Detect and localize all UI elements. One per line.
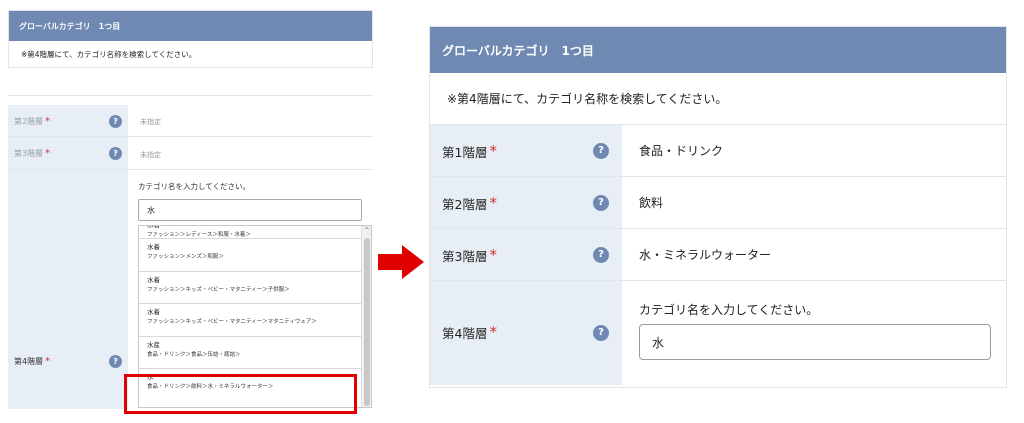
level-3-value: 未指定 bbox=[140, 151, 161, 159]
help-icon[interactable]: ? bbox=[593, 247, 609, 263]
help-icon[interactable]: ? bbox=[109, 147, 122, 160]
required-mark: * bbox=[489, 194, 497, 212]
level-3-row: 第3階層 * ? 未指定 bbox=[8, 137, 373, 170]
suggestion-list: 水着 ファッション＞レディース＞和服・水着＞ 水着 ファッション＞メンズ＞和服＞… bbox=[138, 225, 372, 408]
required-mark: * bbox=[489, 142, 497, 160]
required-mark: * bbox=[45, 116, 51, 127]
suggestion-item[interactable]: 水着 ファッション＞メンズ＞和服＞ bbox=[139, 239, 361, 272]
category-search-input[interactable]: 水 bbox=[639, 324, 991, 360]
scroll-up-icon[interactable]: ^ bbox=[362, 226, 371, 236]
level-2-row: 第2階層 * ? 飲料 bbox=[430, 177, 1006, 229]
suggestion-item[interactable]: 水着 ファッション＞レディース＞和服・水着＞ bbox=[139, 226, 361, 239]
level-4-row: 第4階層 * ? カテゴリ名を入力してください。 水 bbox=[430, 281, 1006, 385]
level-2-label: 第2階層 bbox=[14, 117, 44, 126]
required-mark: * bbox=[45, 148, 51, 159]
category-prompt: カテゴリ名を入力してください。 bbox=[639, 303, 819, 317]
right-arrow-icon bbox=[378, 245, 424, 279]
suggestion-scrollbar[interactable]: ^ bbox=[361, 226, 371, 407]
category-search-input[interactable]: 水 bbox=[138, 199, 362, 221]
required-mark: * bbox=[489, 246, 497, 264]
level-3-row: 第3階層 * ? 水・ミネラルウォーター bbox=[430, 229, 1006, 281]
level-3-label: 第3階層 bbox=[442, 249, 488, 264]
suggestion-item-selected[interactable]: 水 食品・ドリンク＞飲料＞水・ミネラルウォーター＞ bbox=[139, 369, 361, 402]
help-icon[interactable]: ? bbox=[593, 325, 609, 341]
suggestion-item[interactable]: 水着 ファッション＞キッズ・ベビー・マタニティー＞マタニティウェア＞ bbox=[139, 304, 361, 337]
right-category-panel: グローバルカテゴリ 1つ目 ※第4階層にて、カテゴリ名称を検索してください。 第… bbox=[429, 26, 1007, 388]
level-1-row: 第1階層 * ? 食品・ドリンク bbox=[430, 125, 1006, 177]
suggestion-item[interactable]: 水着 ファッション＞キッズ・ベビー・マタニティー＞子供服＞ bbox=[139, 272, 361, 304]
instruction-note: ※第4階層にて、カテゴリ名称を検索してください。 bbox=[21, 50, 197, 59]
required-mark: * bbox=[45, 356, 51, 367]
help-icon[interactable]: ? bbox=[109, 355, 122, 368]
level-2-value: 未指定 bbox=[140, 118, 161, 126]
level-2-label: 第2階層 bbox=[442, 197, 488, 212]
left-category-panel-header: グローバルカテゴリ 1つ目 ※第4階層にて、カテゴリ名称を検索してください。 bbox=[8, 10, 373, 68]
level-1-value: 食品・ドリンク bbox=[639, 144, 724, 158]
level-1-label: 第1階層 bbox=[442, 145, 488, 160]
required-mark: * bbox=[489, 323, 497, 341]
panel-title: グローバルカテゴリ 1つ目 bbox=[430, 27, 1006, 73]
instruction-note: ※第4階層にて、カテゴリ名称を検索してください。 bbox=[430, 73, 1006, 125]
suggestion-item[interactable]: 水産 食品・ドリンク＞食品＞缶詰・瓶詰＞ bbox=[139, 337, 361, 369]
level-3-value: 水・ミネラルウォーター bbox=[639, 248, 772, 262]
level-3-label: 第3階層 bbox=[14, 149, 44, 158]
panel-title: グローバルカテゴリ 1つ目 bbox=[9, 11, 372, 41]
help-icon[interactable]: ? bbox=[593, 195, 609, 211]
help-icon[interactable]: ? bbox=[593, 143, 609, 159]
level-4-label: 第4階層 bbox=[442, 326, 488, 341]
help-icon[interactable]: ? bbox=[109, 115, 122, 128]
level-2-value: 飲料 bbox=[639, 196, 664, 210]
level-4-label: 第4階層 bbox=[14, 357, 44, 366]
category-prompt: カテゴリ名を入力してください。 bbox=[138, 182, 251, 191]
level-2-row: 第2階層 * ? 未指定 bbox=[8, 105, 373, 137]
scroll-thumb[interactable] bbox=[364, 238, 370, 406]
left-category-form: 第2階層 * ? 未指定 第3階層 * ? 未指定 第4階層 * ? カテゴリ名を入力… bbox=[8, 95, 373, 409]
